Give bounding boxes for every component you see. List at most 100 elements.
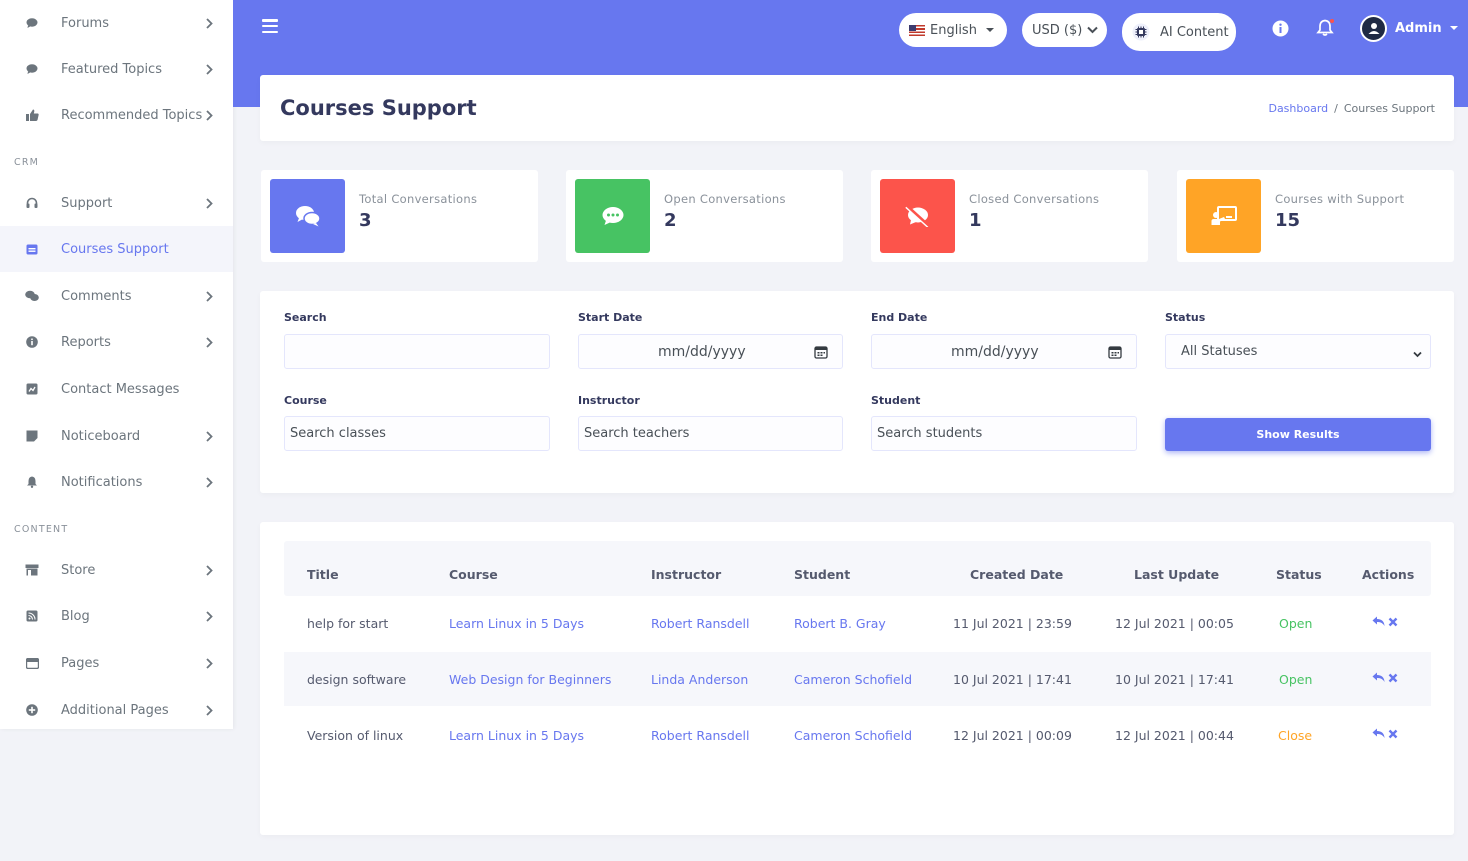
cell-created-date: 10 Jul 2021 | 17:41 (953, 672, 1072, 687)
row-actions (1372, 728, 1398, 739)
language-selector[interactable]: English (899, 13, 1007, 47)
reply-icon[interactable] (1372, 616, 1385, 627)
chevron-right-icon (204, 703, 214, 717)
cell-instructor-link[interactable]: Linda Anderson (651, 672, 748, 687)
cell-course-link[interactable]: Web Design for Beginners (449, 672, 611, 687)
info-icon[interactable] (1272, 20, 1289, 37)
info-circle-icon (25, 335, 39, 349)
chevron-right-icon (204, 563, 214, 577)
forum-icon (25, 16, 39, 30)
sidebar-item-pages[interactable]: Pages (0, 640, 233, 686)
sidebar-item-store[interactable]: Store (0, 547, 233, 593)
user-menu[interactable]: Admin (1360, 14, 1458, 42)
instructor-search-input[interactable]: Search teachers (578, 416, 843, 451)
sidebar-item-forums[interactable]: Forums (0, 0, 233, 46)
end-date-label: End Date (871, 311, 928, 324)
stat-label: Courses with Support (1275, 192, 1405, 206)
sidebar-item-label: Pages (61, 655, 100, 671)
sidebar-heading-crm: CRM (14, 157, 40, 168)
search-input[interactable] (284, 334, 550, 369)
thumbs-up-icon (25, 108, 39, 122)
cell-status-badge: Close (1278, 728, 1313, 743)
store-icon (25, 563, 39, 577)
sidebar-item-comments[interactable]: Comments (0, 273, 233, 319)
cell-course-link[interactable]: Learn Linux in 5 Days (449, 616, 584, 631)
rss-icon (25, 609, 39, 623)
message-icon (25, 382, 39, 396)
status-select-value: All Statuses (1181, 344, 1258, 359)
course-label: Course (284, 394, 327, 407)
close-icon[interactable] (1388, 673, 1398, 683)
sidebar-item-reports[interactable]: Reports (0, 319, 233, 365)
sidebar-item-label: Reports (61, 334, 111, 350)
cell-status-badge: Open (1279, 672, 1313, 687)
headset-icon (25, 196, 39, 210)
sidebar-item-contact-messages[interactable]: Contact Messages (0, 366, 233, 412)
ai-content-button[interactable]: AI Content (1122, 13, 1236, 51)
column-header-instructor: Instructor (651, 567, 722, 582)
sidebar-item-label: Courses Support (61, 241, 169, 257)
show-results-button[interactable]: Show Results (1165, 418, 1431, 451)
chevron-right-icon (204, 335, 214, 349)
cell-title: Version of linux (307, 728, 404, 743)
menu-toggle-icon[interactable] (262, 18, 278, 34)
sidebar-item-label: Contact Messages (61, 381, 180, 397)
course-search-input[interactable]: Search classes (284, 416, 550, 451)
cell-created-date: 12 Jul 2021 | 00:09 (953, 728, 1072, 743)
row-actions (1372, 616, 1398, 627)
sidebar-item-featured-topics[interactable]: Featured Topics (0, 46, 233, 92)
reply-icon[interactable] (1372, 672, 1385, 683)
currency-selector[interactable]: USD ($) (1022, 13, 1107, 47)
chevron-down-icon (1087, 26, 1099, 34)
language-label: English (930, 22, 977, 38)
sidebar-item-label: Forums (61, 15, 109, 31)
cell-last-update: 12 Jul 2021 | 00:44 (1115, 728, 1234, 743)
student-search-input[interactable]: Search students (871, 416, 1137, 451)
status-label: Status (1165, 311, 1206, 324)
column-header-title: Title (307, 567, 339, 582)
breadcrumb-current: Courses Support (1343, 102, 1435, 115)
stat-card-courses: Courses with Support 15 (1177, 170, 1454, 262)
cell-student-link[interactable]: Cameron Schofield (794, 728, 912, 743)
cell-course-link[interactable]: Learn Linux in 5 Days (449, 728, 584, 743)
calendar-icon[interactable] (1108, 345, 1122, 359)
sidebar-item-label: Comments (61, 288, 132, 304)
sidebar-item-recommended-topics[interactable]: Recommended Topics (0, 92, 233, 138)
stat-label: Open Conversations (664, 192, 786, 206)
currency-label: USD ($) (1032, 22, 1083, 38)
user-name: Admin (1395, 20, 1442, 36)
bell-icon[interactable] (1316, 18, 1335, 37)
cell-status-badge: Open (1279, 616, 1313, 631)
sidebar-item-support[interactable]: Support (0, 180, 233, 226)
end-date-input[interactable]: mm/dd/yyyy (871, 334, 1137, 369)
close-icon[interactable] (1388, 729, 1398, 739)
chevron-right-icon (204, 429, 214, 443)
plus-circle-icon (25, 703, 39, 717)
cell-instructor-link[interactable]: Robert Ransdell (651, 728, 750, 743)
cell-student-link[interactable]: Robert B. Gray (794, 616, 886, 631)
cell-instructor-link[interactable]: Robert Ransdell (651, 616, 750, 631)
chalkboard-teacher-icon (1186, 179, 1261, 253)
sidebar-item-label: Featured Topics (61, 61, 162, 77)
close-icon[interactable] (1388, 617, 1398, 627)
calendar-icon[interactable] (814, 345, 828, 359)
comment-slash-icon (880, 179, 955, 253)
stat-card-closed: Closed Conversations 1 (871, 170, 1148, 262)
sidebar-item-label: Additional Pages (61, 702, 169, 718)
column-header-created-date: Created Date (970, 567, 1064, 582)
stat-value: 1 (969, 210, 982, 231)
sidebar-item-courses-support[interactable]: Courses Support (0, 226, 233, 272)
sidebar-item-blog[interactable]: Blog (0, 593, 233, 639)
stat-value: 3 (359, 210, 372, 231)
sidebar-item-additional-pages[interactable]: Additional Pages (0, 687, 233, 733)
breadcrumb-dashboard-link[interactable]: Dashboard (1268, 102, 1328, 115)
sidebar-item-noticeboard[interactable]: Noticeboard (0, 413, 233, 459)
comment-icon (25, 62, 39, 76)
cell-student-link[interactable]: Cameron Schofield (794, 672, 912, 687)
start-date-input[interactable]: mm/dd/yyyy (578, 334, 843, 369)
reply-icon[interactable] (1372, 728, 1385, 739)
ai-content-label: AI Content (1160, 24, 1229, 40)
sidebar-item-notifications[interactable]: Notifications (0, 459, 233, 505)
sidebar-item-label: Store (61, 562, 96, 578)
status-select[interactable]: All Statuses (1165, 334, 1431, 369)
